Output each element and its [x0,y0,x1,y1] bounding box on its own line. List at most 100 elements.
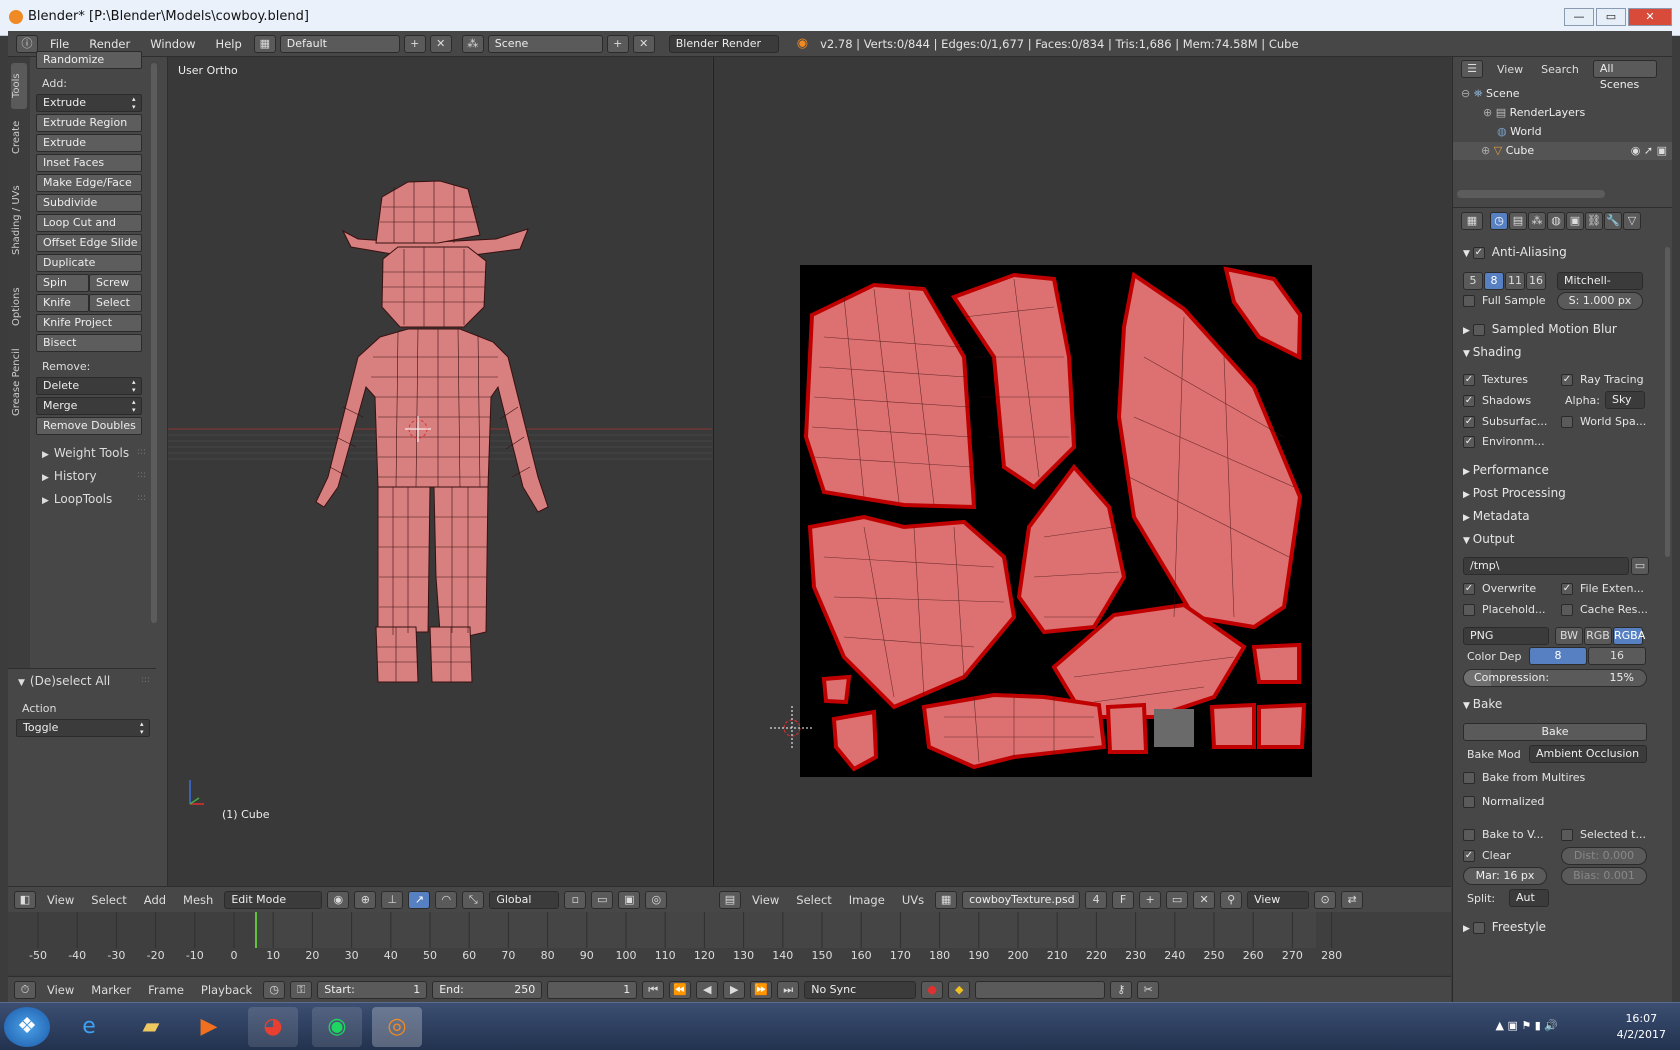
knife-select-button[interactable]: Select [89,294,142,312]
tab-options[interactable]: Options [11,279,27,335]
freestyle-panel[interactable]: ▶ Freestyle [1463,920,1546,934]
pin-icon[interactable]: ⚲ [1220,890,1243,909]
shading-solid-icon[interactable]: ◉ [327,890,350,909]
mode-select[interactable]: Edit Mode [224,890,323,909]
vertex-select-icon[interactable]: ▫ [564,890,587,909]
blender-taskbar-icon[interactable]: ◎ [372,1007,422,1047]
remove-layout-icon[interactable]: ✕ [429,34,452,53]
edge-select-icon[interactable]: ▭ [591,890,614,909]
marker-menu[interactable]: Marker [85,983,137,997]
merge-select[interactable]: Merge [36,397,142,415]
maximize-button[interactable]: ▭ [1596,8,1626,26]
color-depth-8[interactable]: 8 [1529,647,1587,665]
aa-samples-11[interactable]: 11 [1505,272,1525,290]
subsurface-checkbox[interactable]: ✓ Subsurfac... [1463,415,1547,428]
outliner-view-menu[interactable]: View [1487,63,1533,76]
tab-shading-uvs[interactable]: Shading / UVs [11,165,27,275]
view-menu-3d[interactable]: View [41,893,80,907]
system-tray-icons[interactable]: ▲ ▣ ⚑ ▮ 🔊 [1496,1019,1558,1032]
internet-explorer-icon[interactable]: e [64,1007,114,1047]
overwrite-checkbox[interactable]: ✓ Overwrite [1463,582,1536,595]
anti-aliasing-panel[interactable]: ▼ ✓ Anti-Aliasing [1463,245,1567,259]
textures-checkbox[interactable]: ✓ Textures [1463,373,1528,386]
loop-cut-button[interactable]: Loop Cut and Slide [36,214,142,245]
uvs-menu-uv[interactable]: UVs [896,893,930,907]
ray-tracing-checkbox[interactable]: ✓ Ray Tracing [1561,373,1644,386]
menu-help[interactable]: Help [208,37,250,51]
manipulator-icon[interactable]: ⊥ [381,890,404,909]
play-reverse-icon[interactable]: ◀ [696,980,719,999]
outliner-cube[interactable]: ⊕ ▽ Cube ◉ ➚ ▣ [1453,142,1672,160]
playback-menu[interactable]: Playback [195,983,258,997]
subdivide-button[interactable]: Subdivide [36,194,142,212]
image-browse-icon[interactable]: ▦ [935,890,958,909]
outliner-scrollbar[interactable] [1457,190,1605,198]
bias-field[interactable]: Bias: 0.001 [1561,867,1647,885]
jump-keyframe-back-icon[interactable]: ⏪ [669,980,692,999]
pivot-uv-icon[interactable]: ⊙ [1314,890,1337,909]
offset-edge-slide-button[interactable]: Offset Edge Slide [36,234,142,252]
full-sample-checkbox[interactable]: Full Sample [1463,294,1546,307]
filter-size-field[interactable]: S: 1.000 px [1557,292,1643,310]
clock[interactable]: 16:07 4/2/2017 [1617,1011,1666,1043]
scene-field[interactable]: Scene [487,34,603,53]
clear-checkbox[interactable]: ✓ Clear [1463,849,1511,862]
tab-tools[interactable]: Tools [11,63,27,109]
extrude-region-button[interactable]: Extrude Region [36,114,142,132]
start-button-icon[interactable]: ❖ [4,1007,50,1047]
bake-mode-select[interactable]: Ambient Occlusion [1529,745,1647,763]
color-depth-16[interactable]: 16 [1588,647,1646,665]
action-select[interactable]: Toggle [16,719,150,737]
select-menu-uv[interactable]: Select [790,893,837,907]
outliner-display-select[interactable]: All Scenes [1592,60,1657,91]
media-player-icon[interactable]: ▶ [184,1007,234,1047]
spotify-icon[interactable]: ◉ [312,1007,362,1047]
uv-image-editor[interactable] [713,57,1451,886]
scene-tab-icon[interactable]: ⁂ [1528,211,1546,230]
normalized-checkbox[interactable]: Normalized [1463,795,1544,808]
menu-render[interactable]: Render [81,37,138,51]
compression-slider[interactable]: Compression: 15% [1463,669,1647,687]
add-menu-3d[interactable]: Add [138,893,172,907]
cache-result-checkbox[interactable]: Cache Res... [1561,603,1648,616]
delete-keyframe-icon[interactable]: ✂ [1137,980,1160,999]
shadows-checkbox[interactable]: ✓ Shadows [1463,394,1531,407]
output-path-browse-icon[interactable]: ▭ [1631,557,1649,575]
file-extensions-checkbox[interactable]: ✓ File Exten... [1561,582,1644,595]
unlink-image-icon[interactable]: ✕ [1193,890,1216,909]
menu-window[interactable]: Window [142,37,203,51]
chrome-icon[interactable]: ◕ [248,1007,298,1047]
metadata-panel[interactable]: ▶ Metadata [1463,509,1530,523]
color-mode-rgb[interactable]: RGB [1584,627,1612,645]
bisect-button[interactable]: Bisect [36,334,142,352]
jump-start-icon[interactable]: ⏮ [642,980,665,999]
pivot-icon[interactable]: ⊕ [354,890,377,909]
extrude-select[interactable]: Extrude [36,94,142,112]
preview-range-icon[interactable]: ◷ [263,980,286,999]
file-explorer-icon[interactable]: ▰ [126,1007,176,1047]
image-name-field[interactable]: cowboyTexture.psd [962,890,1081,909]
orientation-select[interactable]: Global [489,890,560,909]
randomize-button[interactable]: Randomize [36,51,142,69]
placeholders-checkbox[interactable]: Placehold... [1463,603,1545,616]
looptools-panel[interactable]: ▶ LoopTools::: [36,487,152,510]
proportional-edit-icon[interactable]: ◎ [645,890,668,909]
distance-field[interactable]: Dist: 0.000 [1561,847,1647,865]
deselect-all-header[interactable]: ▼ (De)select All::: [8,669,156,692]
play-icon[interactable]: ▶ [723,980,746,999]
jump-end-icon[interactable]: ⏭ [777,980,800,999]
keying-set-icon[interactable]: ◆ [948,980,971,999]
scale-manipulator-icon[interactable]: ⤡ [462,890,485,909]
close-button[interactable]: ✕ [1628,8,1672,26]
performance-panel[interactable]: ▶ Performance [1463,463,1549,477]
fake-user-button[interactable]: F [1112,890,1135,909]
rotate-manipulator-icon[interactable]: ◠ [435,890,458,909]
outliner-search-menu[interactable]: Search [1537,63,1583,76]
output-path-field[interactable]: /tmp\ [1463,557,1629,575]
screw-button[interactable]: Screw [89,274,142,292]
image-users-count[interactable]: 4 [1085,890,1108,909]
alpha-select[interactable]: Sky [1605,391,1645,409]
outliner-scene[interactable]: ⊖ ⛯ Scene [1461,85,1520,103]
modifiers-tab-icon[interactable]: 🔧 [1604,211,1622,230]
world-space-checkbox[interactable]: World Spa... [1561,415,1646,428]
